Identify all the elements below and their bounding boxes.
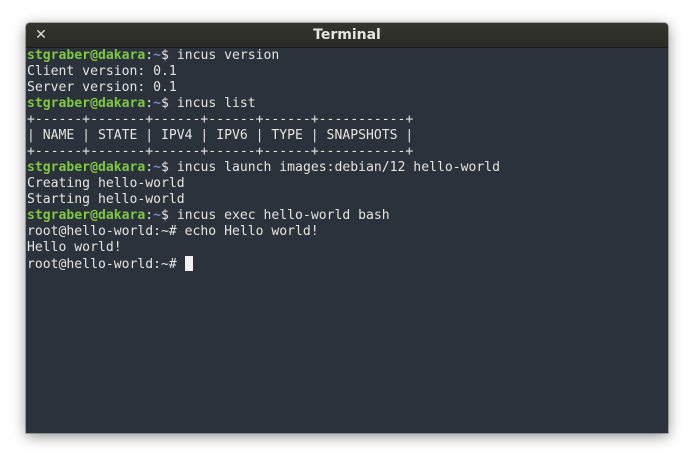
prompt-line: stgraber@dakara:~$ incus exec hello-worl… — [27, 208, 668, 224]
current-prompt-text: root@hello-world:~# — [27, 257, 185, 272]
prompt-line: stgraber@dakara:~$ incus launch images:d… — [27, 160, 668, 176]
prompt-user: stgraber@dakara — [27, 208, 146, 223]
prompt-user: stgraber@dakara — [27, 160, 146, 175]
prompt-separator: : — [145, 208, 154, 223]
prompt-symbol: $ — [161, 160, 177, 175]
output-line: root@hello-world:~# echo Hello world! — [27, 224, 668, 240]
prompt-path: ~ — [153, 160, 162, 175]
output-line: Client version: 0.1 — [27, 64, 668, 80]
text-cursor — [184, 256, 193, 271]
terminal-output[interactable]: stgraber@dakara:~$ incus version Client v… — [27, 48, 668, 433]
output-text: root@hello-world:~# echo Hello world! — [27, 224, 319, 239]
output-text: Starting hello-world — [27, 192, 185, 207]
title-bar[interactable]: ✕ Terminal — [26, 23, 668, 48]
prompt-user: stgraber@dakara — [27, 96, 146, 111]
output-line: Creating hello-world — [27, 176, 668, 192]
prompt-line: stgraber@dakara:~$ incus version — [27, 48, 668, 64]
output-text: +------+-------+------+------+------+---… — [27, 112, 414, 127]
command-text: incus version — [176, 48, 280, 63]
prompt-path: ~ — [153, 48, 162, 63]
command-text: incus exec hello-world bash — [176, 208, 390, 223]
terminal-window: ✕ Terminal stgraber@dakara:~$ incus vers… — [26, 23, 668, 433]
command-text: incus list — [176, 96, 256, 111]
output-text: +------+-------+------+------+------+---… — [27, 144, 414, 159]
output-text: Hello world! — [27, 240, 122, 255]
output-text: | NAME | STATE | IPV4 | IPV6 | TYPE | SN… — [27, 128, 414, 143]
command-text: incus launch images:debian/12 hello-worl… — [176, 160, 501, 175]
output-line: | NAME | STATE | IPV4 | IPV6 | TYPE | SN… — [27, 128, 668, 144]
prompt-user: stgraber@dakara — [27, 48, 146, 63]
output-line: +------+-------+------+------+------+---… — [27, 144, 668, 160]
prompt-path: ~ — [153, 96, 162, 111]
prompt-symbol: $ — [161, 48, 177, 63]
output-line: Server version: 0.1 — [27, 80, 668, 96]
output-line: Hello world! — [27, 240, 668, 256]
prompt-separator: : — [145, 48, 154, 63]
prompt-separator: : — [145, 96, 154, 111]
output-line: Starting hello-world — [27, 192, 668, 208]
current-prompt-line: root@hello-world:~# — [27, 256, 668, 272]
output-text: Client version: 0.1 — [27, 64, 177, 79]
output-text: Creating hello-world — [27, 176, 185, 191]
window-title: Terminal — [313, 27, 381, 43]
prompt-symbol: $ — [161, 208, 177, 223]
output-text: Server version: 0.1 — [27, 80, 177, 95]
prompt-path: ~ — [153, 208, 162, 223]
prompt-separator: : — [145, 160, 154, 175]
prompt-symbol: $ — [161, 96, 177, 111]
prompt-line: stgraber@dakara:~$ incus list — [27, 96, 668, 112]
output-line: +------+-------+------+------+------+---… — [27, 112, 668, 128]
